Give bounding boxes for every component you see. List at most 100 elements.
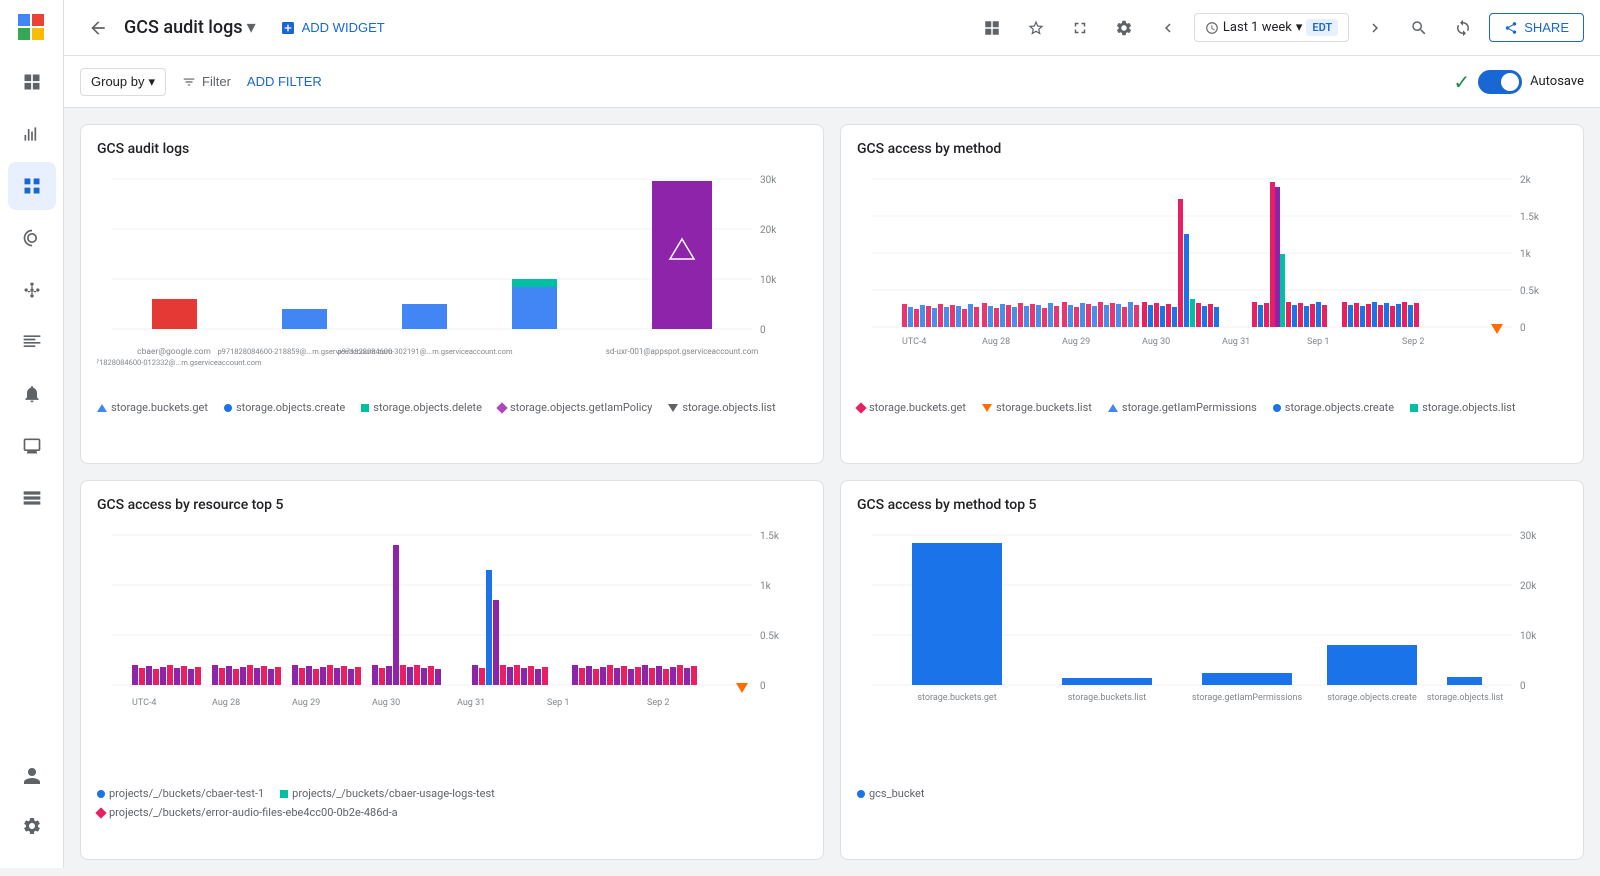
svg-text:1.5k: 1.5k	[1520, 212, 1540, 223]
sidebar-item-reports[interactable]	[8, 318, 56, 366]
sidebar-item-charts[interactable]	[8, 110, 56, 158]
autosave-check-icon: ✓	[1453, 70, 1470, 94]
bar4a	[512, 287, 557, 329]
legend2-tri-3	[1108, 404, 1118, 412]
sidebar	[0, 0, 64, 868]
legend2-diamond-1	[855, 402, 866, 413]
legend-item-1: storage.buckets.get	[97, 401, 208, 414]
prev-button[interactable]	[1150, 10, 1186, 46]
svg-text:Aug 29: Aug 29	[1062, 337, 1090, 347]
bar-objects-list	[1447, 677, 1482, 685]
sidebar-item-server[interactable]	[8, 474, 56, 522]
panel3-chart: 1.5k 1k 0.5k 0	[97, 525, 807, 775]
legend-diamond-4	[496, 402, 507, 413]
sidebar-item-alerts[interactable]	[8, 370, 56, 418]
svg-text:Aug 28: Aug 28	[982, 337, 1010, 347]
time-selector[interactable]: Last 1 week ▾ EDT	[1194, 13, 1349, 42]
legend3-sq-2	[280, 790, 288, 798]
view-toggle-button[interactable]	[974, 10, 1010, 46]
bar-buckets-list	[1062, 678, 1152, 685]
svg-text:1.5k: 1.5k	[760, 531, 780, 542]
timezone-badge: EDT	[1306, 19, 1338, 36]
page-title: GCS audit logs	[124, 17, 243, 38]
svg-text:20k: 20k	[760, 225, 777, 236]
sidebar-item-active[interactable]	[8, 162, 56, 210]
sidebar-item-monitor[interactable]	[8, 422, 56, 470]
legend2-item-2: storage.buckets.list	[982, 401, 1092, 414]
autosave-area: ✓ Autosave	[1453, 70, 1584, 94]
legend-triangle-1	[97, 404, 107, 412]
legend-item-3: storage.objects.delete	[361, 401, 482, 414]
add-widget-button[interactable]: ADD WIDGET	[272, 14, 393, 42]
bar-buckets-get	[912, 543, 1002, 685]
svg-text:2k: 2k	[1520, 175, 1532, 186]
autosave-toggle[interactable]	[1478, 70, 1522, 94]
svg-text:Aug 31: Aug 31	[457, 698, 485, 708]
next-button[interactable]	[1357, 10, 1393, 46]
marker-tdown	[1491, 324, 1503, 334]
sidebar-item-users[interactable]	[8, 752, 56, 800]
legend-sq-3	[361, 404, 369, 412]
share-button[interactable]: SHARE	[1489, 13, 1584, 42]
svg-text:p971828084600-302191@...m.gser: p971828084600-302191@...m.gserviceaccoun…	[337, 347, 513, 356]
title-dropdown-icon[interactable]: ▾	[247, 17, 256, 38]
sidebar-item-settings[interactable]	[8, 802, 56, 850]
svg-text:UTC-4: UTC-4	[132, 698, 157, 708]
bar-iam-perms	[1202, 673, 1292, 685]
legend-item-2: storage.objects.create	[224, 401, 345, 414]
panel-gcs-resource-top5: GCS access by resource top 5 1.5k 1k 0.5…	[80, 480, 824, 860]
legend3-diamond-3	[95, 807, 106, 818]
panel4-title: GCS access by method top 5	[857, 497, 1567, 513]
svg-text:Sep 2: Sep 2	[647, 698, 669, 708]
legend2-item-4: storage.objects.create	[1273, 401, 1394, 414]
time-dropdown-icon: ▾	[1296, 20, 1303, 35]
bar5	[652, 181, 712, 329]
legend-item-5: storage.objects.list	[668, 401, 775, 414]
star-button[interactable]	[1018, 10, 1054, 46]
filterbar: Group by ▾ Filter ADD FILTER ✓ Autosave	[64, 56, 1600, 108]
add-filter-button[interactable]: ADD FILTER	[239, 68, 330, 95]
panel1-legend: storage.buckets.get storage.objects.crea…	[97, 401, 807, 414]
sidebar-logo[interactable]	[12, 8, 52, 48]
svg-text:1k: 1k	[760, 581, 772, 592]
sidebar-item-dashboard[interactable]	[8, 58, 56, 106]
svg-text:storage.buckets.get: storage.buckets.get	[917, 693, 996, 703]
legend3-dot-1	[97, 790, 105, 798]
legend3-item-2: projects/_/buckets/cbaer-usage-logs-test	[280, 787, 495, 800]
panel2-legend: storage.buckets.get storage.buckets.list…	[857, 401, 1567, 414]
legend2-tdown-2	[982, 404, 992, 412]
svg-text:0.5k: 0.5k	[1520, 286, 1540, 297]
refresh-button[interactable]	[1445, 10, 1481, 46]
svg-text:Aug 31: Aug 31	[1222, 337, 1250, 347]
legend2-item-3: storage.getIamPermissions	[1108, 401, 1257, 414]
search-button[interactable]	[1401, 10, 1437, 46]
panel2-chart: 2k 1.5k 1k 0.5k 0	[857, 169, 1567, 389]
back-button[interactable]	[80, 10, 116, 46]
svg-text:20k: 20k	[1520, 581, 1537, 592]
sidebar-item-network[interactable]	[8, 266, 56, 314]
svg-text:30k: 30k	[1520, 531, 1537, 542]
filter-button[interactable]: Filter	[174, 68, 239, 95]
svg-text:Aug 30: Aug 30	[1142, 337, 1170, 347]
panel1-chart: 30k 20k 10k 0 cbaer@google.com p97182808…	[97, 169, 807, 389]
panel4-legend: gcs_bucket	[857, 787, 1567, 800]
svg-text:storage.objects.list: storage.objects.list	[1427, 693, 1503, 703]
legend3-item-3: projects/_/buckets/error-audio-files-ebe…	[97, 806, 398, 819]
svg-text:1k: 1k	[1520, 249, 1532, 260]
fullscreen-button[interactable]	[1062, 10, 1098, 46]
legend4-dot-1	[857, 790, 865, 798]
svg-text:Aug 29: Aug 29	[292, 698, 320, 708]
svg-text:cbaer@google.com: cbaer@google.com	[137, 347, 211, 357]
sidebar-item-logs[interactable]	[8, 214, 56, 262]
legend4-item-1: gcs_bucket	[857, 787, 924, 800]
panel3-title: GCS access by resource top 5	[97, 497, 807, 513]
group-by-button[interactable]: Group by ▾	[80, 68, 166, 96]
panel-gcs-access-method: GCS access by method 2k 1.5k 1k 0.5k 0	[840, 124, 1584, 464]
legend2-dot-4	[1273, 404, 1281, 412]
bar4b	[512, 279, 557, 287]
svg-text:0: 0	[1520, 681, 1526, 692]
settings-button[interactable]	[1106, 10, 1142, 46]
autosave-label: Autosave	[1530, 74, 1584, 89]
svg-text:storage.buckets.list: storage.buckets.list	[1068, 693, 1147, 703]
legend3-item-1: projects/_/buckets/cbaer-test-1	[97, 787, 264, 800]
